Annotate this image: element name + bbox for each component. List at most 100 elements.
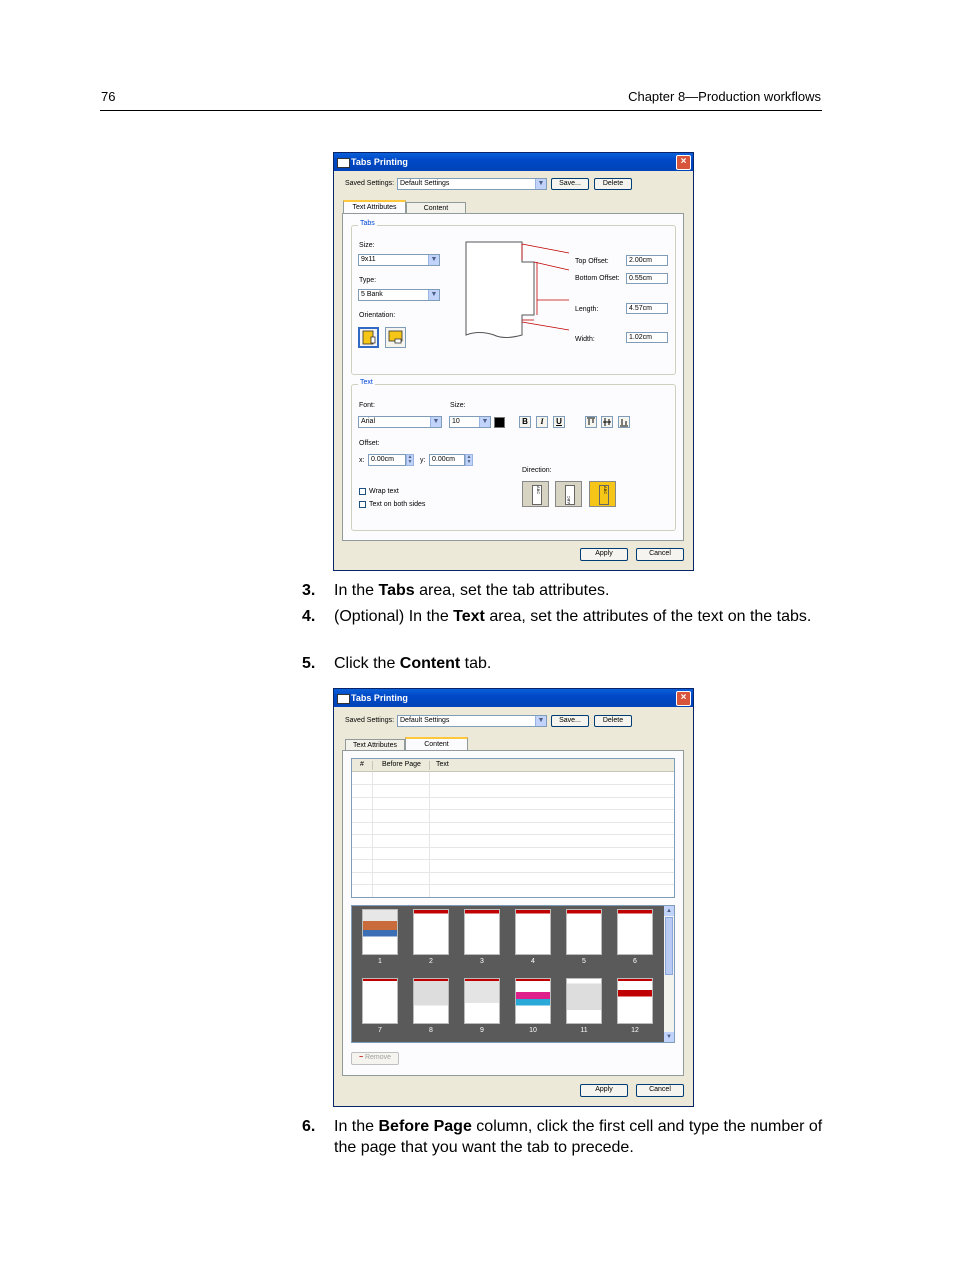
scroll-up-icon[interactable]: ▲ — [664, 906, 674, 916]
size-value: 9x11 — [361, 256, 376, 263]
align-top-icon — [587, 417, 595, 425]
tab-content[interactable]: Content — [405, 737, 468, 751]
orientation-label: Orientation: — [359, 312, 396, 319]
font-size-value: 10 — [452, 418, 460, 425]
thumbnail-scrollbar[interactable]: ▲ ▼ — [664, 906, 674, 1042]
chevron-down-icon[interactable]: ▼ — [535, 716, 546, 726]
offset-label: Offset: — [359, 440, 380, 447]
page-thumbnail-strip[interactable]: 1 2 3 4 5 6 7 8 9 10 11 12 ▲ ▼ — [351, 905, 675, 1043]
cancel-button[interactable]: Cancel — [636, 548, 684, 561]
align-top-button[interactable] — [585, 416, 597, 428]
length-label: Length: — [575, 306, 599, 313]
thumbnail-page[interactable] — [464, 978, 500, 1024]
saved-settings-select[interactable]: Default Settings ▼ — [397, 715, 547, 727]
font-value: Arial — [361, 418, 376, 425]
direction-button-3[interactable]: ABC — [589, 481, 616, 507]
step-text-bold: Tabs — [378, 582, 415, 599]
thumbnail-page[interactable] — [515, 909, 551, 955]
save-button[interactable]: Save... — [551, 715, 589, 727]
thumbnail-number: 11 — [580, 1027, 588, 1034]
close-icon[interactable]: × — [676, 691, 691, 706]
text-both-sides-checkbox[interactable] — [359, 501, 366, 508]
thumbnail-page[interactable] — [362, 978, 398, 1024]
portrait-tab-icon — [362, 330, 376, 345]
saved-settings-label: Saved Settings: — [345, 180, 395, 187]
font-color-swatch[interactable] — [494, 417, 505, 428]
orientation-portrait-button[interactable] — [358, 327, 379, 348]
text-attributes-panel: Tabs Size: 9x11 ▼ Type: 5 Bank ▼ Orientati… — [342, 213, 684, 541]
tab-content-table[interactable]: # Before Page Text — [351, 758, 675, 898]
thumbnail-page[interactable] — [617, 909, 653, 955]
top-offset-label: Top Offset: — [575, 258, 609, 265]
offset-x-input[interactable]: 0.00cm — [368, 454, 406, 466]
chevron-down-icon[interactable]: ▼ — [430, 417, 441, 427]
chevron-down-icon[interactable]: ▼ — [428, 290, 439, 300]
offset-x-spinner[interactable]: ▲ ▼ — [406, 454, 414, 466]
thumbnail-page[interactable] — [566, 978, 602, 1024]
align-middle-button[interactable] — [601, 416, 613, 428]
direction-3-text: ABC — [599, 485, 609, 505]
chevron-down-icon[interactable]: ▼ — [479, 417, 490, 427]
chevron-down-icon[interactable]: ▼ — [428, 255, 439, 265]
thumbnail-page[interactable] — [515, 978, 551, 1024]
align-bottom-button[interactable] — [618, 416, 630, 428]
bold-button[interactable]: B — [519, 416, 531, 428]
saved-settings-label: Saved Settings: — [345, 717, 395, 724]
font-size-select[interactable]: 10 ▼ — [449, 416, 491, 428]
offset-y-spinner[interactable]: ▲ ▼ — [465, 454, 473, 466]
font-size-label: Size: — [450, 402, 466, 409]
thumbnail-page[interactable] — [362, 909, 398, 955]
thumbnail-page[interactable] — [617, 978, 653, 1024]
tab-text-attributes[interactable]: Text Attributes — [343, 200, 406, 214]
saved-settings-value: Default Settings — [400, 717, 450, 724]
step-number: 3. — [302, 582, 316, 599]
close-icon[interactable]: × — [676, 155, 691, 170]
col-text-header[interactable]: Text — [436, 761, 449, 768]
cancel-button[interactable]: Cancel — [636, 1084, 684, 1097]
step-text: Click the Content tab. — [334, 653, 824, 674]
column-divider — [372, 761, 373, 770]
type-select[interactable]: 5 Bank ▼ — [358, 289, 440, 301]
scroll-down-icon[interactable]: ▼ — [664, 1032, 674, 1042]
italic-button[interactable]: I — [536, 416, 548, 428]
page-number: 76 — [101, 89, 116, 104]
wrap-text-checkbox[interactable] — [359, 488, 366, 495]
thumbnail-page[interactable] — [566, 909, 602, 955]
scroll-thumb[interactable] — [665, 917, 673, 975]
apply-button[interactable]: Apply — [580, 1084, 628, 1097]
step-number: 4. — [302, 608, 316, 625]
bottom-offset-input[interactable]: 0.55cm — [626, 273, 668, 284]
direction-2-text: ABC — [565, 485, 575, 505]
thumbnail-number: 2 — [429, 958, 433, 965]
width-label: Width: — [575, 336, 595, 343]
step-text-post: area, set the tab attributes. — [414, 582, 610, 599]
font-select[interactable]: Arial ▼ — [358, 416, 442, 428]
offset-y-input[interactable]: 0.00cm — [429, 454, 465, 466]
text-group: Text Font: Arial ▼ Size: 10 ▼ B I U Offset… — [351, 379, 676, 531]
thumbnail-page[interactable] — [413, 909, 449, 955]
apply-button[interactable]: Apply — [580, 548, 628, 561]
remove-button[interactable]: − Remove — [351, 1052, 399, 1065]
width-input[interactable]: 1.02cm — [626, 332, 668, 343]
app-icon — [337, 158, 350, 168]
direction-button-2[interactable]: ABC — [555, 481, 582, 507]
col-before-page-header[interactable]: Before Page — [382, 761, 421, 768]
size-select[interactable]: 9x11 ▼ — [358, 254, 440, 266]
col-number-header[interactable]: # — [360, 761, 364, 768]
step-text-pre: (Optional) In the — [334, 608, 454, 625]
thumbnail-page[interactable] — [413, 978, 449, 1024]
orientation-landscape-button[interactable] — [385, 327, 406, 348]
table-header: # Before Page Text — [352, 759, 674, 772]
delete-button[interactable]: Delete — [594, 715, 632, 727]
chevron-down-icon[interactable]: ▼ — [535, 179, 546, 189]
top-offset-input[interactable]: 2.00cm — [626, 255, 668, 266]
save-button[interactable]: Save... — [551, 178, 589, 190]
bottom-offset-label: Bottom Offset: — [575, 275, 620, 282]
saved-settings-select[interactable]: Default Settings ▼ — [397, 178, 547, 190]
direction-button-1[interactable]: ABC — [522, 481, 549, 507]
underline-button[interactable]: U — [553, 416, 565, 428]
thumbnail-page[interactable] — [464, 909, 500, 955]
minus-icon: − — [358, 1054, 364, 1061]
delete-button[interactable]: Delete — [594, 178, 632, 190]
length-input[interactable]: 4.57cm — [626, 303, 668, 314]
